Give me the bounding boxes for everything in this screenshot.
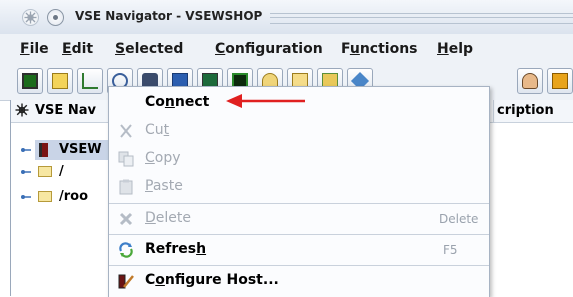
user-tool-button[interactable] (517, 68, 543, 94)
title-bar: VSE Navigator - VSEWSHOP (0, 0, 573, 35)
window-title: VSE Navigator - VSEWSHOP (75, 9, 263, 23)
column-divider[interactable] (493, 100, 494, 122)
menu-item-delete[interactable]: Delete Delete (109, 205, 489, 233)
host-icon (39, 143, 48, 157)
tree-tool-button[interactable] (77, 68, 103, 94)
menu-edit[interactable]: Edit (62, 41, 93, 57)
menu-selected[interactable]: Selected (115, 41, 183, 57)
copy-icon (118, 151, 134, 167)
title-bar-grip[interactable] (270, 13, 573, 24)
folder-icon (38, 166, 52, 177)
folder-icon (38, 191, 52, 202)
window-copy-icon (52, 73, 68, 89)
paste-icon (119, 179, 133, 195)
delete-x-icon (119, 212, 133, 226)
monitor-tool-button[interactable] (17, 68, 43, 94)
tree-column-description-header[interactable]: cription (497, 103, 554, 118)
window-copy-tool-button[interactable] (47, 68, 73, 94)
bookmark-tool-button[interactable] (547, 68, 573, 94)
menu-item-label: Cut (145, 122, 170, 138)
menu-item-label: Copy (145, 150, 181, 166)
menu-item-paste[interactable]: Paste (109, 173, 489, 201)
menu-help[interactable]: Help (437, 41, 473, 57)
menu-separator (109, 203, 489, 204)
tree-row-root[interactable]: /roo (21, 187, 121, 207)
annotation-arrow-icon (226, 94, 305, 108)
expand-handle-icon[interactable] (21, 194, 31, 200)
tree-icon (82, 73, 98, 89)
navigator-root-icon (15, 103, 29, 117)
configure-host-icon (118, 274, 134, 289)
tree-row-label: /roo (59, 189, 89, 204)
menu-item-label: Paste (145, 178, 183, 194)
tree-row-label: VSEW (59, 142, 102, 157)
menu-item-cut[interactable]: Cut (109, 117, 489, 145)
bookmark-icon (552, 73, 568, 89)
scissors-icon (120, 124, 132, 138)
menu-configuration[interactable]: Configuration (215, 41, 323, 57)
context-menu: Connect Cut Copy Paste Delete Delete Ref… (108, 86, 490, 297)
menu-item-label: Configure Host... (145, 272, 279, 288)
monitor-icon (22, 73, 38, 89)
menubar: File Edit Selected Configuration Functio… (0, 34, 573, 64)
menu-functions[interactable]: Functions (341, 41, 418, 57)
menu-item-label: Connect (145, 94, 210, 110)
expand-handle-icon[interactable] (21, 169, 31, 175)
menu-item-configure-host[interactable]: Configure Host... (109, 267, 489, 295)
tree-row-slash[interactable]: / (21, 162, 121, 182)
window-minimize-button[interactable] (47, 9, 64, 26)
expand-handle-icon[interactable] (21, 147, 31, 153)
menu-item-label: Refresh (145, 241, 207, 257)
tree-row-label: / (59, 164, 64, 179)
menu-item-label: Delete (145, 210, 191, 226)
tree-row-vsewshop[interactable]: VSEW (21, 140, 121, 160)
refresh-icon (119, 242, 133, 258)
tree-column-name-header[interactable]: VSE Nav (35, 103, 96, 118)
menu-item-refresh[interactable]: Refresh F5 (109, 236, 489, 264)
window-menu-icon[interactable] (22, 9, 39, 26)
user-icon (522, 73, 538, 89)
menu-separator (109, 234, 489, 235)
menu-item-copy[interactable]: Copy (109, 145, 489, 173)
shortcut-label: Delete (439, 212, 479, 226)
shortcut-label: F5 (443, 243, 458, 257)
menu-file[interactable]: File (20, 41, 49, 57)
menu-separator (109, 265, 489, 266)
